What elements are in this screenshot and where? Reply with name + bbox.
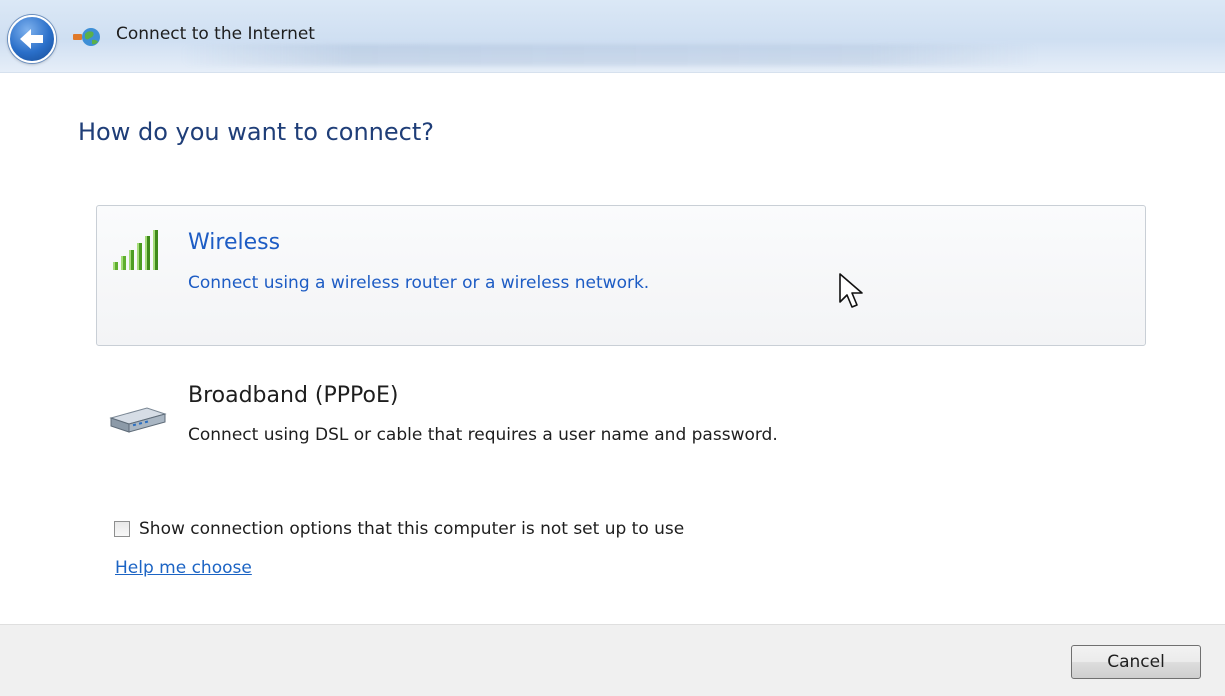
show-options-row[interactable]: Show connection options that this comput… xyxy=(114,517,684,541)
back-button[interactable] xyxy=(8,15,56,63)
mouse-pointer-icon xyxy=(839,273,863,308)
footer-bar: Cancel xyxy=(0,624,1225,696)
connect-to-internet-window: Connect to the Internet How do you want … xyxy=(0,0,1225,696)
option-broadband-description: Connect using DSL or cable that requires… xyxy=(188,425,778,445)
back-arrow-icon xyxy=(20,29,43,49)
window-title: Connect to the Internet xyxy=(116,24,315,44)
option-wireless-description: Connect using a wireless router or a wir… xyxy=(188,273,650,293)
broadband-modem-icon xyxy=(109,407,167,433)
option-wireless-title: Wireless xyxy=(188,230,281,255)
connect-to-internet-icon xyxy=(73,28,100,46)
option-wireless[interactable]: Wireless Connect using a wireless router… xyxy=(96,205,1146,346)
title-bar: Connect to the Internet xyxy=(0,0,1225,73)
show-options-checkbox[interactable] xyxy=(114,521,130,537)
show-options-label[interactable]: Show connection options that this comput… xyxy=(139,519,684,539)
wireless-signal-icon xyxy=(113,230,158,270)
page-heading: How do you want to connect? xyxy=(78,118,434,146)
title-bar-background xyxy=(180,44,1040,66)
option-broadband-title: Broadband (PPPoE) xyxy=(188,383,399,408)
option-broadband[interactable]: Broadband (PPPoE) Connect using DSL or c… xyxy=(96,365,1146,475)
cancel-button[interactable]: Cancel xyxy=(1071,645,1201,679)
help-me-choose-link[interactable]: Help me choose xyxy=(115,558,252,578)
